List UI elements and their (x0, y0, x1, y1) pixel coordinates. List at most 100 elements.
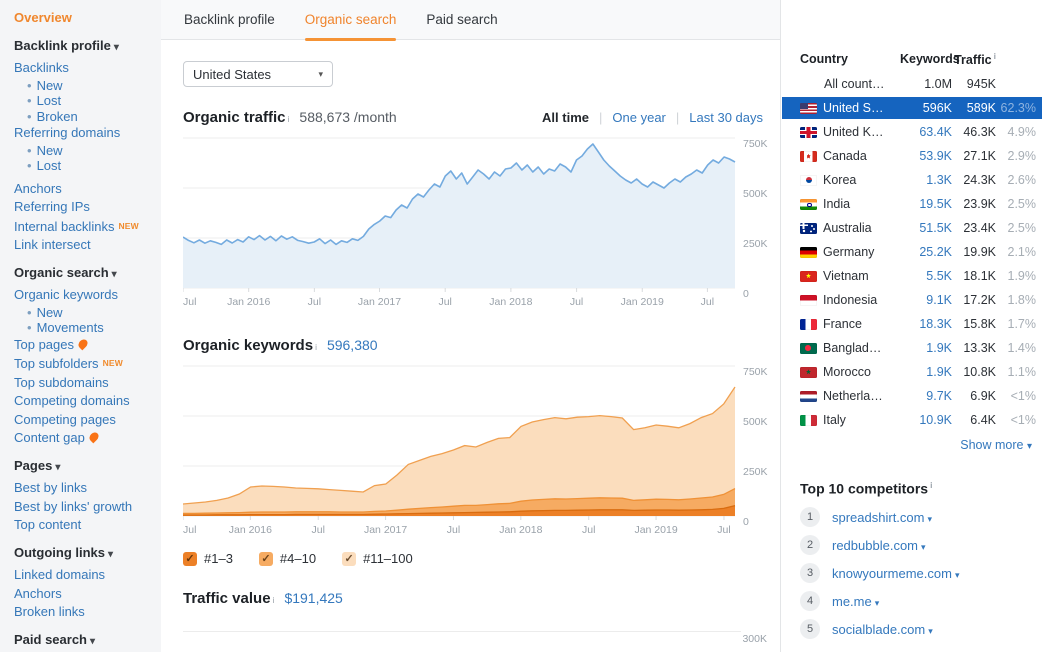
sidebar-section-backlink-profile[interactable]: Backlink profile▾ (14, 37, 155, 58)
caret-down-icon: ▾ (955, 570, 960, 580)
sidebar-item-referring-domains[interactable]: Referring domains (14, 124, 155, 143)
traffic-value-amount[interactable]: $191,425 (284, 590, 342, 606)
sidebar-item-anchors[interactable]: Anchors (14, 180, 155, 199)
sidebar-item-top-content[interactable]: Top content (14, 516, 155, 535)
competitor-domain-link[interactable]: spreadshirt.com▾ (832, 510, 932, 525)
country-keywords[interactable]: 25.2K (900, 245, 952, 259)
country-keywords[interactable]: 10.9K (900, 413, 952, 427)
sidebar-subitem-lost[interactable]: •Lost (14, 158, 155, 174)
sidebar-section-outgoing-links[interactable]: Outgoing links▾ (14, 544, 155, 565)
country-row-germany[interactable]: Germany25.2K19.9K2.1% (800, 240, 1036, 264)
show-more-button[interactable]: Show more ▾ (800, 438, 1036, 452)
country-keywords[interactable]: 5.5K (900, 269, 952, 283)
sidebar-section-pages[interactable]: Pages▾ (14, 457, 155, 478)
country-row-india[interactable]: India19.5K23.9K2.5% (800, 192, 1036, 216)
range-one-year[interactable]: One year (612, 110, 665, 125)
country-name: Canada (800, 149, 900, 163)
sidebar-item-internal-backlinks[interactable]: Internal backlinksNEW (14, 217, 155, 237)
sidebar-item-link-intersect[interactable]: Link intersect (14, 236, 155, 255)
country-traffic: 46.3K (952, 125, 996, 139)
tab-backlink-profile[interactable]: Backlink profile (184, 0, 275, 40)
country-row-canada[interactable]: Canada53.9K27.1K2.9% (800, 144, 1036, 168)
y-axis-tick-label: 500K (743, 188, 768, 200)
sidebar-subitem-new[interactable]: •New (14, 78, 155, 94)
country-keywords[interactable]: 9.1K (900, 293, 952, 307)
competitor-domain-link[interactable]: socialblade.com▾ (832, 622, 933, 637)
sidebar-subitem-new[interactable]: •New (14, 143, 155, 159)
sidebar-item-best-by-links-growth[interactable]: Best by links' growth (14, 498, 155, 517)
country-row-france[interactable]: France18.3K15.8K1.7% (800, 312, 1036, 336)
tab-organic-search[interactable]: Organic search (305, 0, 397, 40)
legend-checkbox--4-10[interactable]: ✓#4–10 (259, 551, 316, 566)
legend-checkbox--11-100[interactable]: ✓#11–100 (342, 551, 413, 566)
column-header-keywords[interactable]: Keywords (900, 52, 952, 66)
country-row-vietnam[interactable]: Vietnam5.5K18.1K1.9% (800, 264, 1036, 288)
sidebar-section-organic-search[interactable]: Organic search▾ (14, 264, 155, 285)
sidebar-item-best-by-links[interactable]: Best by links (14, 479, 155, 498)
country-select[interactable]: United States ▾ (183, 61, 333, 87)
country-keywords[interactable]: 53.9K (900, 149, 952, 163)
competitor-domain-link[interactable]: knowyourmeme.com▾ (832, 566, 959, 581)
country-traffic-share: <1% (996, 413, 1036, 427)
sidebar-subitem-broken[interactable]: •Broken (14, 109, 155, 125)
checkbox-checked-icon[interactable]: ✓ (259, 552, 273, 566)
country-row-unitedk[interactable]: United K…63.4K46.3K4.9% (800, 120, 1036, 144)
country-row-indonesia[interactable]: Indonesia9.1K17.2K1.8% (800, 288, 1036, 312)
legend-checkbox--1-3[interactable]: ✓#1–3 (183, 551, 233, 566)
tab-paid-search[interactable]: Paid search (426, 0, 497, 40)
country-keywords[interactable]: 1.9K (900, 341, 952, 355)
flame-icon (87, 431, 100, 444)
organic-keywords-value[interactable]: 596,380 (327, 337, 378, 353)
sidebar-item-top-pages[interactable]: Top pages (14, 336, 155, 355)
country-keywords[interactable]: 1.3K (900, 173, 952, 187)
sidebar-item-competing-pages[interactable]: Competing pages (14, 411, 155, 430)
country-traffic-share: 1.9% (996, 269, 1036, 283)
column-header-country[interactable]: Country (800, 52, 900, 66)
country-row-australia[interactable]: Australia51.5K23.4K2.5% (800, 216, 1036, 240)
country-keywords[interactable]: 1.9K (900, 365, 952, 379)
sidebar-item-competing-domains[interactable]: Competing domains (14, 392, 155, 411)
sidebar-item-organic-keywords[interactable]: Organic keywords (14, 286, 155, 305)
country-row-banglad[interactable]: Banglad…1.9K13.3K1.4% (800, 336, 1036, 360)
sidebar-item-referring-ips[interactable]: Referring IPs (14, 198, 155, 217)
sidebar-subitem-lost[interactable]: •Lost (14, 93, 155, 109)
sidebar-item-top-subfolders[interactable]: Top subfoldersNEW (14, 354, 155, 374)
competitor-domain-link[interactable]: redbubble.com▾ (832, 538, 926, 553)
competitor-item: 4me.me▾ (800, 594, 1036, 609)
country-keywords[interactable]: 19.5K (900, 197, 952, 211)
sidebar-subitem-new[interactable]: •New (14, 305, 155, 321)
column-header-traffic[interactable]: Traffici (952, 51, 996, 67)
country-row-italy[interactable]: Italy10.9K6.4K<1% (800, 408, 1036, 432)
traffic-value-chart-partial: 300K (183, 631, 741, 645)
checkbox-checked-icon[interactable]: ✓ (183, 552, 197, 566)
checkbox-checked-icon[interactable]: ✓ (342, 552, 356, 566)
sidebar-item-broken-links[interactable]: Broken links (14, 603, 155, 622)
country-keywords[interactable]: 1.0M (900, 77, 952, 91)
sidebar-item-backlinks[interactable]: Backlinks (14, 59, 155, 78)
country-row-allcount[interactable]: All count…1.0M945K (800, 72, 1036, 96)
sidebar-subitem-movements[interactable]: •Movements (14, 320, 155, 336)
country-row-korea[interactable]: Korea1.3K24.3K2.6% (800, 168, 1036, 192)
competitor-domain-link[interactable]: me.me▾ (832, 594, 879, 609)
y-axis-tick-label: 250K (743, 466, 768, 478)
x-axis-tick-label: Jul (582, 524, 595, 536)
range-all-time[interactable]: All time (542, 110, 589, 125)
country-keywords[interactable]: 63.4K (900, 125, 952, 139)
country-row-netherla[interactable]: Netherla…9.7K6.9K<1% (800, 384, 1036, 408)
sidebar-item-anchors[interactable]: Anchors (14, 585, 155, 604)
sidebar-item-linked-domains[interactable]: Linked domains (14, 566, 155, 585)
sidebar-item-content-gap[interactable]: Content gap (14, 429, 155, 448)
y-axis-tick-label: 750K (743, 138, 768, 150)
range-last-30-days[interactable]: Last 30 days (689, 110, 763, 125)
sidebar-item-top-subdomains[interactable]: Top subdomains (14, 374, 155, 393)
country-keywords[interactable]: 51.5K (900, 221, 952, 235)
country-keywords[interactable]: 18.3K (900, 317, 952, 331)
sidebar-section-paid-search[interactable]: Paid search▾ (14, 631, 155, 652)
country-keywords[interactable]: 596K (900, 101, 952, 115)
country-keywords[interactable]: 9.7K (900, 389, 952, 403)
sidebar-item-overview[interactable]: Overview (14, 9, 155, 28)
country-row-uniteds[interactable]: United S…596K589K62.3% (782, 97, 1042, 119)
country-traffic-share: 4.9% (996, 125, 1036, 139)
country-traffic-share: 1.4% (996, 341, 1036, 355)
country-row-morocco[interactable]: Morocco1.9K10.8K1.1% (800, 360, 1036, 384)
